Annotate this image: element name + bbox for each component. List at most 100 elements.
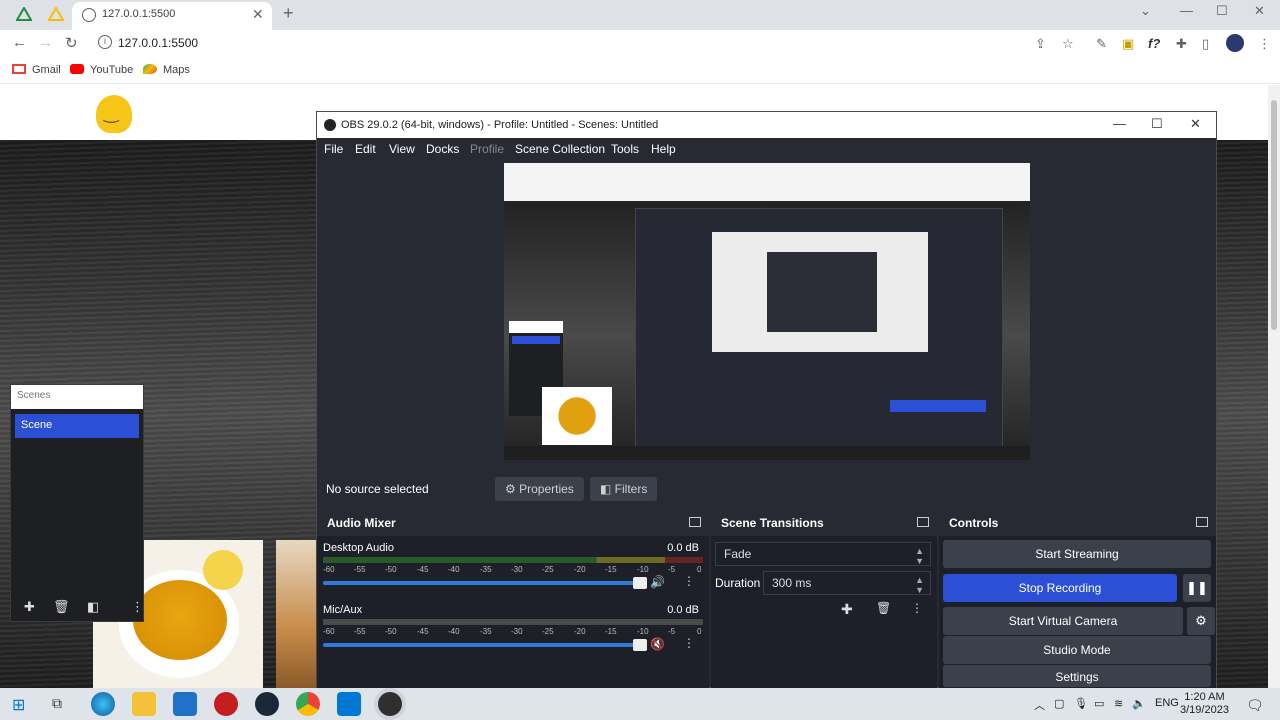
filter-icon[interactable]: ◧ [87, 599, 99, 615]
add-scene-icon[interactable]: ✚ [24, 599, 35, 615]
vscode-icon[interactable] [337, 692, 361, 716]
tray-app-icon[interactable]: ▢ [1054, 697, 1064, 710]
scrollbar-thumb[interactable] [1271, 100, 1277, 330]
side-panel-icon[interactable]: ▯ [1202, 36, 1209, 52]
menu-profile[interactable]: Profile [470, 142, 504, 156]
info-icon[interactable]: i [98, 35, 112, 49]
forward-button[interactable]: → [38, 34, 53, 51]
reload-button[interactable]: ↻ [65, 34, 78, 52]
start-streaming-button[interactable]: Start Streaming [943, 540, 1211, 568]
menu-tools[interactable]: Tools [611, 142, 639, 156]
back-button[interactable]: ← [12, 34, 27, 51]
bookmark-youtube[interactable]: YouTube [70, 64, 133, 76]
system-clock[interactable]: 1:20 AM 3/19/2023 [1180, 691, 1229, 717]
menu-help[interactable]: Help [651, 142, 676, 156]
volume-slider[interactable] [323, 639, 647, 651]
omnibox[interactable]: i 127.0.0.1:5500 [90, 33, 1090, 55]
app-red-icon[interactable] [214, 692, 238, 716]
menu-view[interactable]: View [389, 142, 415, 156]
tray-chevron-icon[interactable]: ︿ [1034, 697, 1045, 713]
filters-button[interactable]: ◧ Filters [590, 477, 658, 501]
notifications-icon[interactable]: 🗨 [1246, 697, 1264, 714]
bookmark-star-icon[interactable]: ☆ [1062, 36, 1074, 52]
trash-icon[interactable]: 🗑 [53, 599, 70, 615]
mic-icon[interactable]: 🎙 [1074, 697, 1088, 710]
battery-icon[interactable]: ▭ [1094, 697, 1104, 710]
mail-icon[interactable] [173, 692, 197, 716]
pause-icon: ❚❚ [1186, 580, 1208, 595]
wallet-extension-icon[interactable]: ▣ [1122, 36, 1134, 52]
close-window-button[interactable]: ✕ [1254, 3, 1265, 19]
menu-docks[interactable]: Docks [426, 142, 459, 156]
gear-icon: ⚙ [1195, 613, 1207, 628]
duration-input[interactable]: 300 ms ▲ ▼ [763, 571, 931, 595]
more-menu-icon[interactable]: ⋮ [1258, 36, 1271, 52]
slider-knob[interactable] [633, 577, 647, 589]
minimize-button[interactable]: — [1180, 3, 1193, 18]
profile-avatar[interactable] [1226, 34, 1244, 52]
more-icon[interactable]: ⋮ [911, 601, 923, 615]
gear-icon: ⚙ [505, 482, 520, 496]
close-tab-icon[interactable]: ✕ [252, 6, 264, 23]
scene-transitions-title: Scene Transitions [721, 516, 824, 530]
spin-arrows-icon[interactable]: ▲ ▼ [915, 575, 924, 595]
trash-icon[interactable]: 🗑 [876, 601, 891, 615]
obs-logo-icon [324, 119, 336, 131]
start-virtual-camera-button[interactable]: Start Virtual Camera [943, 607, 1183, 635]
windows-start-icon[interactable]: ⊞ [12, 695, 25, 715]
settings-button[interactable]: Settings [943, 665, 1211, 687]
bookmark-gmail[interactable]: Gmail [12, 64, 61, 76]
obs-preview-canvas[interactable] [504, 163, 1030, 460]
obs-maximize-button[interactable]: ☐ [1151, 116, 1163, 132]
transition-select[interactable]: Fade ▲ ▼ [715, 542, 931, 566]
speaker-icon[interactable]: 🔊 [650, 575, 665, 589]
eyedropper-extension-icon[interactable]: ✎ [1096, 36, 1107, 52]
menu-file[interactable]: File [324, 142, 343, 156]
active-tab[interactable]: 127.0.0.1:5500 ✕ [72, 2, 272, 30]
volume-slider[interactable] [323, 577, 647, 589]
emoji-logo [96, 95, 132, 133]
bookmark-maps[interactable]: Maps [143, 64, 190, 76]
pause-recording-button[interactable]: ❚❚ [1183, 574, 1211, 602]
channel-db-desktop: 0.0 dB [667, 542, 699, 554]
edge-icon[interactable] [91, 692, 115, 716]
new-tab-button[interactable]: + [283, 3, 294, 24]
volume-meter [323, 557, 703, 563]
drive-tab-icon-2[interactable] [47, 6, 65, 23]
virtual-camera-settings-button[interactable]: ⚙ [1187, 607, 1215, 635]
more-icon[interactable]: ⋮ [131, 599, 144, 615]
volume-icon[interactable]: 🔈 [1132, 697, 1146, 710]
muted-speaker-icon[interactable]: 🔇 [650, 637, 665, 651]
page-scrollbar[interactable] [1268, 85, 1280, 688]
drive-tab-icon[interactable] [15, 6, 33, 23]
wifi-icon[interactable]: ≋ [1114, 697, 1123, 710]
maximize-button[interactable]: ☐ [1216, 3, 1228, 19]
slider-knob[interactable] [633, 639, 647, 651]
scene-list-item[interactable]: Scene [15, 414, 139, 438]
obs-close-button[interactable]: ✕ [1190, 116, 1201, 132]
studio-mode-button[interactable]: Studio Mode [943, 636, 1211, 664]
chevron-down-icon[interactable]: ⌄ [1140, 3, 1151, 19]
pastry-image [276, 540, 318, 688]
function-extension-icon[interactable]: f? [1148, 36, 1160, 51]
add-transition-icon[interactable]: ✚ [841, 601, 853, 618]
language-indicator[interactable]: ENG [1155, 697, 1179, 709]
more-icon[interactable]: ⋮ [683, 636, 695, 650]
steam-icon[interactable] [255, 692, 279, 716]
menu-scene-collection[interactable]: Scene Collection [515, 142, 605, 156]
file-explorer-icon[interactable] [132, 692, 156, 716]
undock-icon[interactable] [1196, 517, 1208, 527]
undock-icon[interactable] [917, 517, 929, 527]
chrome-icon[interactable] [296, 692, 320, 716]
clock-time: 1:20 AM [1184, 691, 1225, 703]
more-icon[interactable]: ⋮ [683, 574, 695, 588]
obs-taskbar-icon[interactable] [378, 692, 402, 716]
share-icon[interactable]: ⇪ [1035, 36, 1046, 52]
stop-recording-button[interactable]: Stop Recording [943, 574, 1177, 602]
undock-icon[interactable] [689, 517, 701, 527]
obs-minimize-button[interactable]: — [1113, 116, 1126, 131]
task-view-icon[interactable]: ⧉ [52, 695, 62, 712]
properties-button[interactable]: ⚙ Properties [495, 477, 584, 501]
puzzle-icon[interactable]: ✚ [1176, 36, 1187, 52]
menu-edit[interactable]: Edit [355, 142, 376, 156]
